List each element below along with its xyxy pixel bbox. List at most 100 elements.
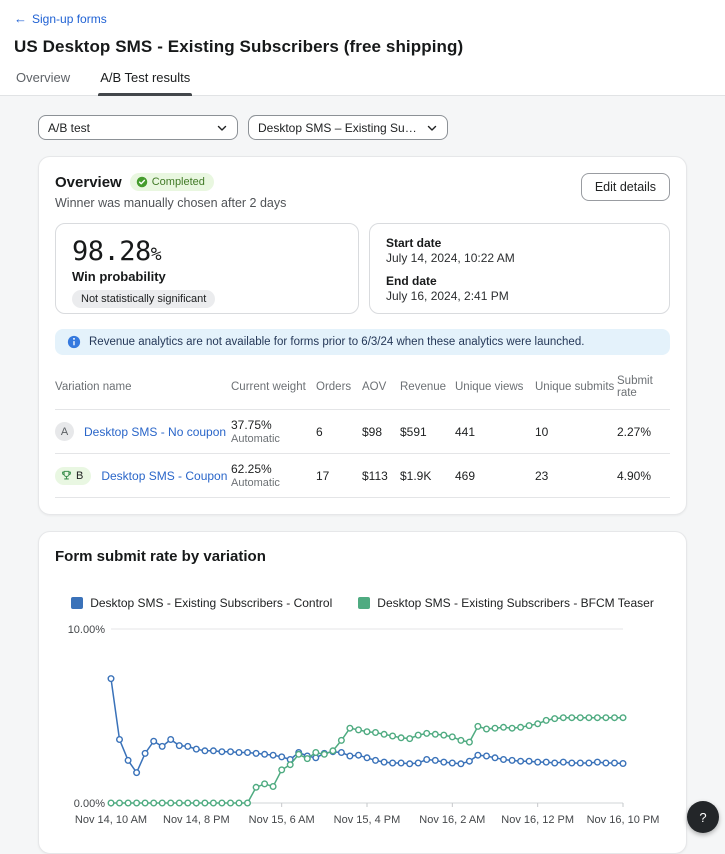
data-point[interactable]: [108, 800, 114, 806]
data-point[interactable]: [194, 800, 200, 806]
data-point[interactable]: [612, 715, 618, 721]
data-point[interactable]: [501, 757, 507, 763]
data-point[interactable]: [518, 758, 524, 764]
data-point[interactable]: [612, 760, 618, 766]
data-point[interactable]: [228, 800, 234, 806]
data-point[interactable]: [595, 715, 601, 721]
data-point[interactable]: [561, 715, 567, 721]
data-point[interactable]: [202, 748, 208, 754]
data-point[interactable]: [125, 758, 131, 764]
data-point[interactable]: [347, 753, 353, 759]
variation-a-link[interactable]: Desktop SMS - No coupon: [84, 425, 226, 439]
data-point[interactable]: [535, 759, 541, 765]
data-point[interactable]: [381, 759, 387, 765]
data-point[interactable]: [441, 759, 447, 765]
data-point[interactable]: [390, 760, 396, 766]
data-point[interactable]: [177, 743, 183, 749]
data-point[interactable]: [543, 759, 549, 765]
data-point[interactable]: [296, 752, 302, 758]
data-point[interactable]: [373, 730, 379, 736]
data-point[interactable]: [262, 752, 268, 758]
variation-b-link[interactable]: Desktop SMS - Coupon: [101, 469, 227, 483]
data-point[interactable]: [151, 800, 157, 806]
data-point[interactable]: [407, 761, 413, 767]
data-point[interactable]: [117, 737, 123, 743]
data-point[interactable]: [424, 757, 430, 763]
data-point[interactable]: [108, 676, 114, 682]
data-point[interactable]: [552, 760, 558, 766]
data-point[interactable]: [347, 725, 353, 731]
data-point[interactable]: [194, 746, 200, 752]
data-point[interactable]: [185, 744, 191, 750]
data-point[interactable]: [364, 729, 370, 735]
data-point[interactable]: [415, 760, 421, 766]
data-point[interactable]: [339, 738, 345, 744]
back-link[interactable]: ← Sign-up forms: [14, 12, 107, 26]
data-point[interactable]: [535, 721, 541, 727]
data-point[interactable]: [484, 753, 490, 759]
data-point[interactable]: [569, 760, 575, 766]
data-point[interactable]: [373, 758, 379, 764]
data-point[interactable]: [492, 755, 498, 761]
data-point[interactable]: [245, 800, 251, 806]
edit-details-button[interactable]: Edit details: [581, 173, 670, 201]
data-point[interactable]: [620, 761, 626, 767]
data-point[interactable]: [467, 758, 473, 764]
data-point[interactable]: [433, 732, 439, 738]
data-point[interactable]: [398, 735, 404, 741]
data-point[interactable]: [407, 736, 413, 742]
data-point[interactable]: [262, 781, 268, 787]
data-point[interactable]: [526, 758, 532, 764]
data-point[interactable]: [595, 759, 601, 765]
data-point[interactable]: [415, 732, 421, 738]
data-point[interactable]: [458, 761, 464, 767]
data-point[interactable]: [168, 737, 174, 743]
data-point[interactable]: [543, 718, 549, 724]
data-point[interactable]: [356, 752, 362, 758]
data-point[interactable]: [211, 748, 217, 754]
data-point[interactable]: [117, 800, 123, 806]
data-point[interactable]: [561, 759, 567, 765]
data-point[interactable]: [552, 716, 558, 722]
data-point[interactable]: [159, 744, 165, 750]
help-button[interactable]: ?: [687, 801, 719, 833]
data-point[interactable]: [202, 800, 208, 806]
data-point[interactable]: [159, 800, 165, 806]
data-point[interactable]: [236, 800, 242, 806]
data-point[interactable]: [603, 715, 609, 721]
data-point[interactable]: [185, 800, 191, 806]
data-point[interactable]: [211, 800, 217, 806]
tab-overview[interactable]: Overview: [14, 70, 72, 95]
data-point[interactable]: [484, 726, 490, 732]
data-point[interactable]: [142, 751, 148, 757]
data-point[interactable]: [322, 752, 328, 758]
data-point[interactable]: [509, 758, 515, 764]
data-point[interactable]: [620, 715, 626, 721]
data-point[interactable]: [364, 755, 370, 761]
data-point[interactable]: [151, 738, 157, 744]
data-point[interactable]: [586, 715, 592, 721]
data-point[interactable]: [458, 738, 464, 744]
data-point[interactable]: [219, 800, 225, 806]
data-point[interactable]: [441, 732, 447, 738]
data-point[interactable]: [398, 760, 404, 766]
data-point[interactable]: [603, 760, 609, 766]
data-point[interactable]: [313, 750, 319, 756]
tab-ab-test-results[interactable]: A/B Test results: [98, 70, 192, 95]
data-point[interactable]: [526, 723, 532, 729]
data-point[interactable]: [390, 733, 396, 739]
data-point[interactable]: [518, 725, 524, 731]
data-point[interactable]: [253, 785, 259, 791]
data-point[interactable]: [578, 715, 584, 721]
data-point[interactable]: [450, 760, 456, 766]
data-point[interactable]: [330, 748, 336, 754]
data-point[interactable]: [125, 800, 131, 806]
data-point[interactable]: [578, 760, 584, 766]
data-point[interactable]: [287, 762, 293, 768]
data-point[interactable]: [467, 739, 473, 745]
data-point[interactable]: [228, 749, 234, 755]
data-point[interactable]: [134, 800, 140, 806]
data-point[interactable]: [134, 770, 140, 776]
data-point[interactable]: [219, 749, 225, 755]
data-point[interactable]: [270, 752, 276, 758]
